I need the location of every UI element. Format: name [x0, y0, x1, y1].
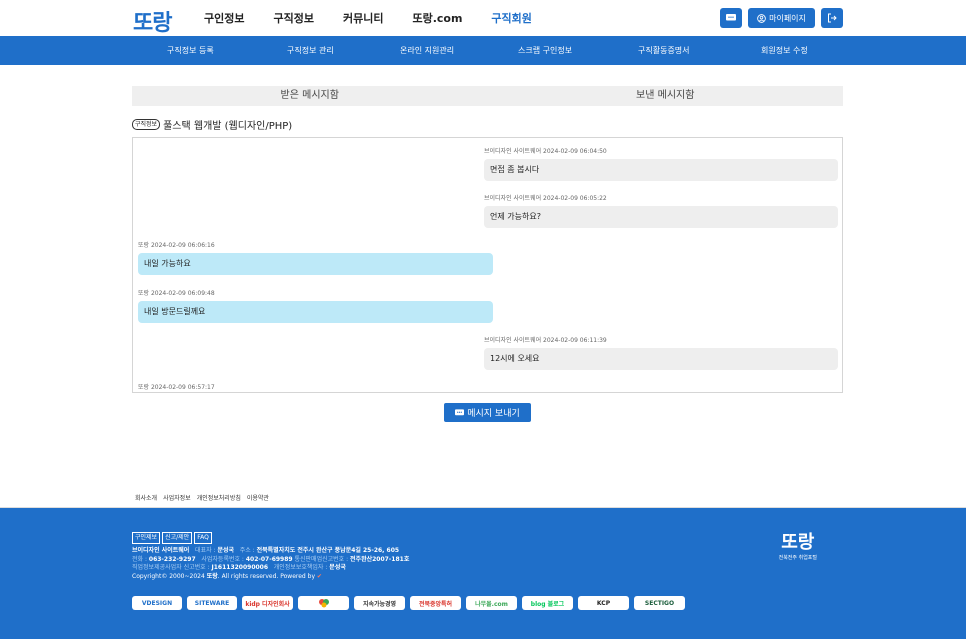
- message-item: 브이디자인 사이트웨어 2024-02-09 06:11:39 12시에 오세요: [484, 335, 838, 370]
- leaf-icon: [318, 599, 329, 608]
- subnav-scrapped-postings[interactable]: 스크랩 구인정보: [518, 45, 572, 56]
- message-meta: 또랑 2024-02-09 06:57:17: [138, 384, 215, 391]
- footer-link-business-info[interactable]: 사업자정보: [163, 493, 191, 502]
- logout-button[interactable]: [821, 8, 843, 28]
- message-item: 또랑 2024-02-09 06:57:17: [138, 382, 215, 391]
- user-circle-icon: [757, 13, 766, 23]
- message-item: 또랑 2024-02-09 06:06:16 내일 가능하요: [138, 240, 493, 275]
- subnav-manage-job-info[interactable]: 구직정보 관리: [287, 45, 334, 56]
- message-meta: 브이디자인 사이트웨어 2024-02-09 06:05:22: [484, 195, 607, 202]
- message-bubble: 내일 방문드릴께요: [138, 301, 493, 323]
- partner-badge-patent[interactable]: 전북중앙특허: [410, 596, 461, 610]
- powered-by-icon: ✔: [316, 572, 322, 580]
- partner-badge-namumall[interactable]: 나무몰.com: [466, 596, 517, 610]
- partner-badges: VDESIGN SITEWARE kidp 디자인회사 지속가능경영 전북중앙특…: [132, 596, 685, 610]
- nav-job-postings[interactable]: 구인정보: [204, 10, 244, 26]
- send-message-label: 메시지 보내기: [467, 409, 520, 419]
- partner-badge-siteware[interactable]: SITEWARE: [187, 596, 237, 610]
- site-logo[interactable]: 또랑: [133, 5, 172, 37]
- tab-sent-messages[interactable]: 보낸 메시지함: [488, 86, 844, 106]
- footer-link-privacy[interactable]: 개인정보처리방침: [197, 493, 241, 502]
- nav-job-seeker-member[interactable]: 구직회원: [491, 10, 531, 26]
- main-nav: 구인정보 구직정보 커뮤니티 또랑.com 구직회원: [204, 10, 561, 26]
- message-item: 브이디자인 사이트웨어 2024-02-09 06:04:50 면접 좀 봅시다: [484, 146, 838, 181]
- logout-icon: [828, 13, 837, 23]
- message-meta: 브이디자인 사이트웨어 2024-02-09 06:04:50: [484, 148, 607, 155]
- message-bubble: 언제 가능하요?: [484, 206, 838, 228]
- tab-received-messages[interactable]: 받은 메시지함: [132, 86, 488, 106]
- subnav-job-activity-certificate[interactable]: 구직활동증명서: [638, 45, 690, 56]
- nav-community[interactable]: 커뮤니티: [343, 10, 383, 26]
- top-header: 또랑 구인정보 구직정보 커뮤니티 또랑.com 구직회원 마이페이지: [0, 0, 966, 36]
- report-job-button[interactable]: 구인제보: [132, 532, 161, 544]
- job-type-badge: 구직정보: [132, 119, 161, 130]
- company-name: 브이디자인 사이트웨어: [132, 547, 190, 554]
- message-bubble: 12시에 오세요: [484, 348, 838, 370]
- footer-buttons: 구인제보 신고/제안 FAQ: [132, 532, 212, 544]
- subnav-register-job-info[interactable]: 구직정보 등록: [167, 45, 214, 56]
- subnav-edit-member-info[interactable]: 회원정보 수정: [761, 45, 808, 56]
- job-heading: 구직정보 풀스택 웹개발 (웹디자인/PHP): [132, 117, 292, 132]
- message-item: 브이디자인 사이트웨어 2024-02-09 06:05:22 언제 가능하요?: [484, 193, 838, 228]
- message-bubble: 내일 가능하요: [138, 253, 493, 275]
- header-actions: 마이페이지: [720, 8, 843, 28]
- partner-badge-4[interactable]: [298, 596, 349, 610]
- partner-badge-sectigo[interactable]: SECTIGO: [634, 596, 685, 610]
- footer-links: 회사소개 사업자정보 개인정보처리방침 이용약관: [135, 493, 269, 502]
- message-meta: 브이디자인 사이트웨어 2024-02-09 06:11:39: [484, 337, 607, 344]
- message-meta: 또랑 2024-02-09 06:06:16: [138, 242, 215, 249]
- partner-badge-kcp[interactable]: KCP: [578, 596, 629, 610]
- job-title[interactable]: 풀스택 웹개발 (웹디자인/PHP): [163, 117, 292, 132]
- nav-job-seekers[interactable]: 구직정보: [273, 10, 313, 26]
- message-icon: [726, 14, 736, 21]
- partner-badge-blog[interactable]: blog 블로그: [522, 596, 573, 610]
- sub-nav: 구직정보 등록 구직정보 관리 온라인 지원관리 스크랩 구인정보 구직활동증명…: [0, 36, 966, 65]
- message-bubble: 면접 좀 봅시다: [484, 159, 838, 181]
- footer-logo: 또랑 전북전주 취업포털: [778, 532, 817, 561]
- message-meta: 또랑 2024-02-09 06:09:48: [138, 290, 215, 297]
- nav-ttorang-com[interactable]: 또랑.com: [412, 10, 462, 26]
- footer-link-about[interactable]: 회사소개: [135, 493, 157, 502]
- mypage-label: 마이페이지: [769, 13, 806, 23]
- messages-button[interactable]: [720, 8, 742, 28]
- mypage-button[interactable]: 마이페이지: [748, 8, 815, 28]
- message-icon: [455, 408, 465, 415]
- report-suggest-button[interactable]: 신고/제안: [162, 532, 193, 544]
- message-tabs: 받은 메시지함 보낸 메시지함: [132, 86, 843, 106]
- site-footer: 구인제보 신고/제안 FAQ 브이디자인 사이트웨어 대표자 : 문성국 주소 …: [0, 508, 966, 639]
- partner-badge-kidp[interactable]: kidp 디자인회사: [242, 596, 293, 610]
- footer-link-terms[interactable]: 이용약관: [247, 493, 269, 502]
- company-info: 브이디자인 사이트웨어 대표자 : 문성국 주소 : 전북특별자치도 전주시 완…: [132, 547, 410, 580]
- message-item: 또랑 2024-02-09 06:09:48 내일 방문드릴께요: [138, 288, 493, 323]
- faq-button[interactable]: FAQ: [194, 532, 212, 544]
- partner-badge-sustainable[interactable]: 지속가능경영: [354, 596, 405, 610]
- message-thread[interactable]: 브이디자인 사이트웨어 2024-02-09 06:04:50 면접 좀 봅시다…: [132, 137, 843, 393]
- subnav-online-applications[interactable]: 온라인 지원관리: [400, 45, 454, 56]
- partner-badge-vdesign[interactable]: VDESIGN: [132, 596, 182, 610]
- send-message-button[interactable]: 메시지 보내기: [444, 403, 531, 422]
